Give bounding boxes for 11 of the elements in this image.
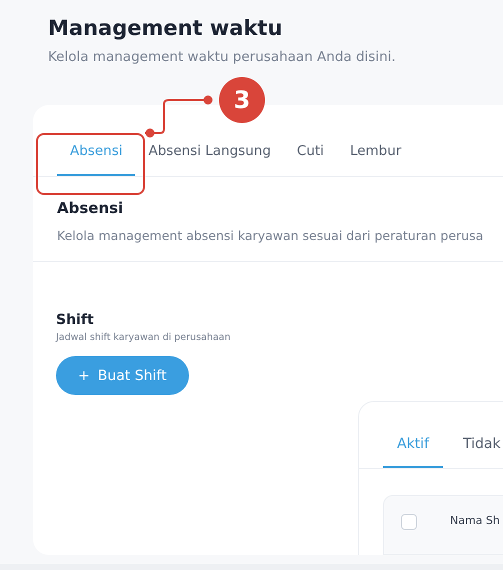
tab[interactable]: Lembur xyxy=(336,135,414,176)
step-badge: 3 xyxy=(219,77,265,123)
tab[interactable]: Cuti xyxy=(284,135,337,176)
shift-description: Jadwal shift karyawan di perusahaan xyxy=(56,332,232,343)
page-title: Management waktu xyxy=(48,16,284,40)
tab[interactable]: Tidak xyxy=(449,428,503,468)
section-title: Absensi xyxy=(57,199,124,217)
column-header: Nama Sh xyxy=(450,514,500,527)
shift-title: Shift xyxy=(56,312,95,328)
page-subtitle: Kelola management waktu perusahaan Anda disini. xyxy=(48,49,397,65)
tab[interactable]: Absensi Langsung xyxy=(135,135,284,176)
